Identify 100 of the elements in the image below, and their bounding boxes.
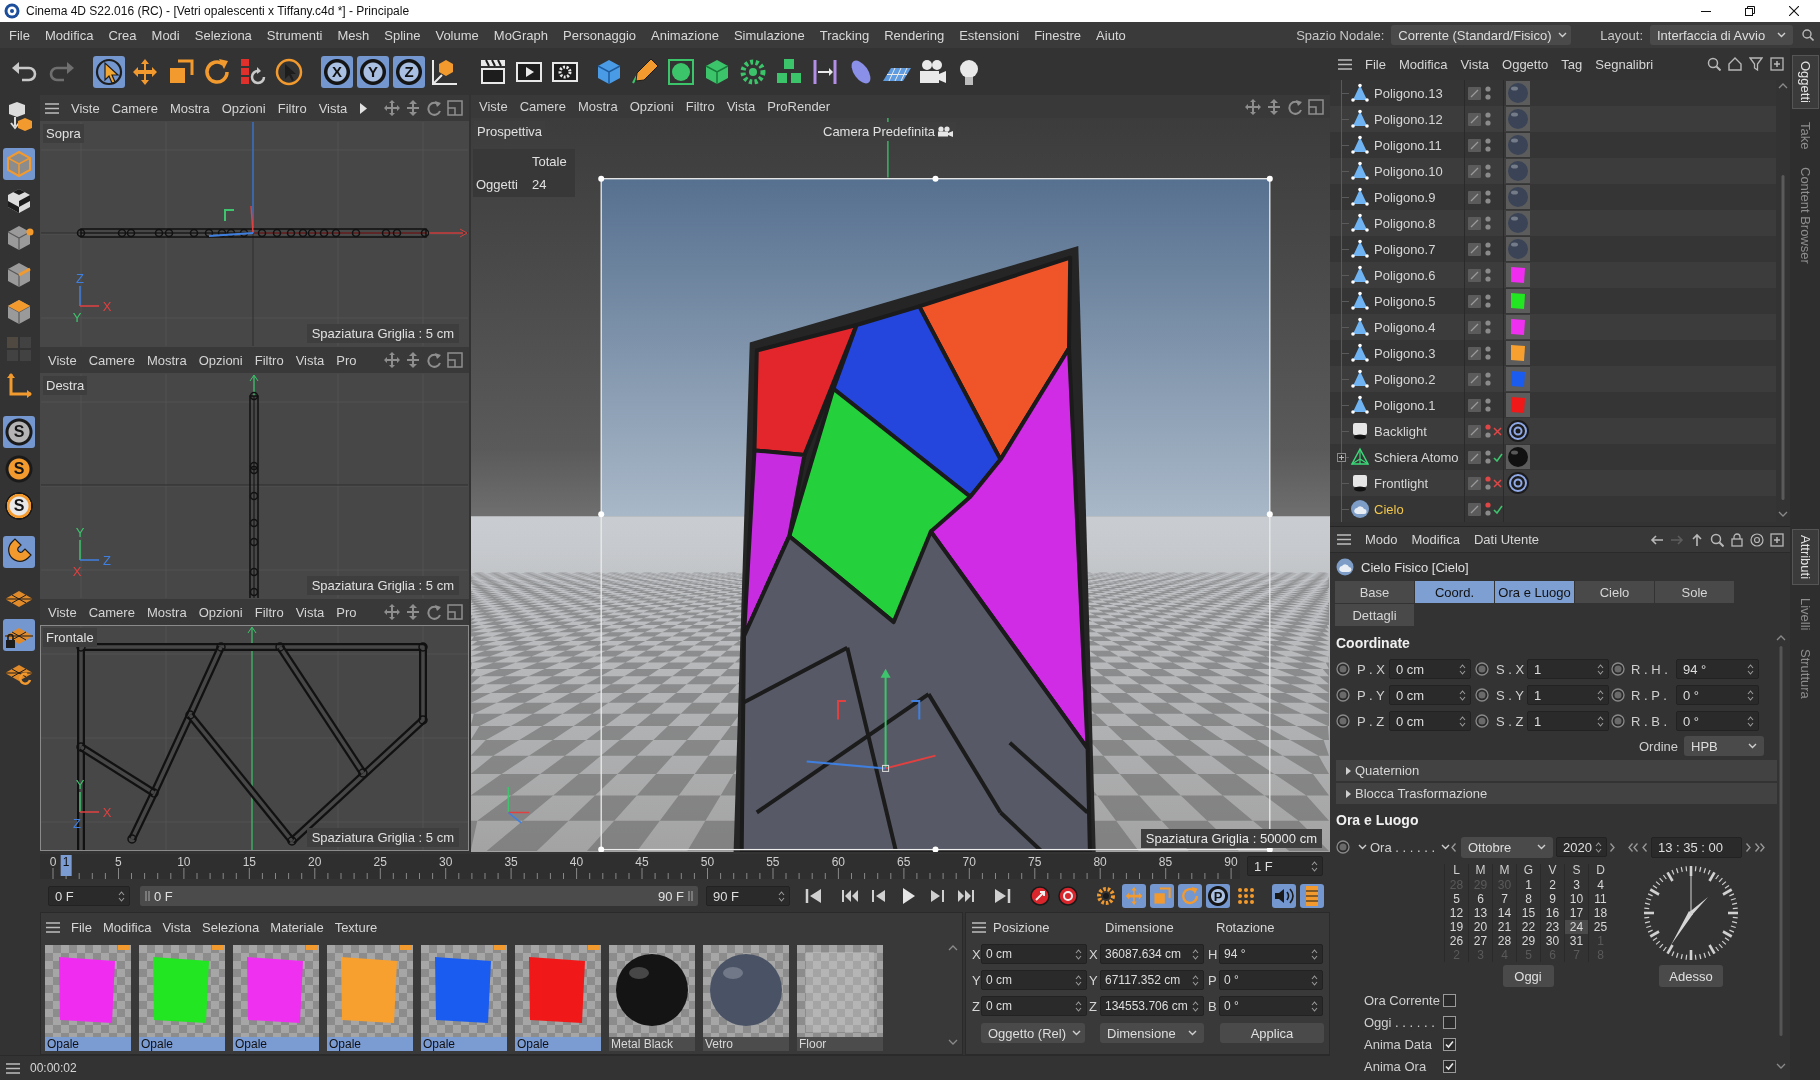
calendar-day[interactable]: 9 [1540, 892, 1564, 906]
visibility-dots-icon[interactable] [1485, 397, 1491, 413]
spinner-icon[interactable] [1311, 999, 1318, 1013]
calendar-day[interactable]: 8 [1516, 892, 1540, 906]
section-header[interactable]: Blocca Trasformazione [1336, 783, 1777, 804]
menu-item[interactable]: Vista [162, 920, 192, 934]
number-field[interactable]: 0 ° [1676, 685, 1759, 705]
object-name[interactable]: Poligono.1 [1374, 398, 1464, 412]
zoom-view-icon[interactable] [405, 604, 421, 620]
magnet-icon[interactable] [3, 536, 35, 568]
calendar-day[interactable]: 10 [1564, 892, 1588, 906]
filter-icon[interactable] [1749, 57, 1763, 71]
timeline-ruler[interactable]: 0 1 5 10 15 20 25 30 35 40 45 50 55 60 65 70 75 80 85 90 [40, 853, 1240, 879]
autokey-icon[interactable] [1056, 884, 1080, 908]
spinner-icon[interactable] [1311, 947, 1318, 961]
scrollbar[interactable] [948, 943, 958, 1047]
speaker-icon[interactable] [1272, 884, 1296, 908]
coordinate-field[interactable]: 67117.352 cm [1100, 970, 1204, 990]
number-field[interactable]: 0 ° [1676, 711, 1759, 731]
tab[interactable]: Ora e Luogo [1495, 581, 1574, 603]
axis-lock-button[interactable]: Z [393, 55, 425, 88]
layer-toggle-icon[interactable] [1468, 476, 1481, 490]
side-tab[interactable]: Struttura [1792, 643, 1818, 704]
menu-item[interactable]: Opzioni [198, 353, 243, 367]
object-name[interactable]: Poligono.9 [1374, 190, 1464, 204]
target-tag-icon[interactable] [1506, 419, 1530, 443]
material-thumbnail[interactable]: Opale [327, 945, 413, 1051]
object-name[interactable]: Poligono.11 [1374, 138, 1464, 152]
calendar-day[interactable]: 7 [1492, 892, 1516, 906]
menu-item[interactable]: Rendering [884, 28, 945, 42]
calendar-day[interactable]: 22 [1516, 920, 1540, 934]
menu-item[interactable]: Camere [519, 100, 566, 113]
calendar-day[interactable]: 30 [1540, 934, 1564, 948]
material-thumbnail[interactable]: Floor [797, 945, 883, 1051]
coordinate-field[interactable]: 36087.634 cm [1100, 944, 1204, 964]
frame-field[interactable]: 1 F [1247, 856, 1323, 876]
spinner-icon[interactable] [1595, 840, 1602, 854]
now-button[interactable]: Adesso [1659, 965, 1723, 987]
restore-icon[interactable] [1745, 6, 1755, 16]
layer-toggle-icon[interactable] [1468, 320, 1481, 334]
close-icon[interactable] [1789, 6, 1799, 16]
target-icon[interactable] [1750, 532, 1764, 547]
maximize-icon[interactable] [447, 100, 463, 116]
orbit-icon[interactable] [426, 604, 442, 620]
object-row[interactable]: Backlight [1330, 418, 1776, 444]
menu-item[interactable]: Aiuto [1096, 28, 1126, 42]
layer-toggle-icon[interactable] [1468, 138, 1481, 152]
coordinate-field[interactable]: 0 cm [981, 970, 1087, 990]
search-icon[interactable] [1710, 532, 1724, 547]
viewport[interactable]: Y Z X Frontale Spaziatura Griglia : 5 cm [40, 625, 469, 851]
object-row[interactable]: Frontlight [1330, 470, 1776, 496]
home-icon[interactable] [1728, 57, 1742, 71]
keyframe-toggle-icon[interactable] [1475, 688, 1489, 702]
menu-item[interactable]: ProRender [767, 100, 831, 113]
calendar-day[interactable]: 21 [1492, 920, 1516, 934]
solo-button[interactable]: S [3, 490, 35, 522]
check-icon[interactable] [1493, 504, 1503, 514]
menu-item[interactable]: Filtro [277, 101, 307, 115]
maximize-icon[interactable] [1308, 98, 1324, 115]
calendar-day[interactable]: 3 [1564, 878, 1588, 892]
layer-toggle-icon[interactable] [1468, 190, 1481, 204]
menu-item[interactable]: Opzioni [629, 100, 674, 113]
menu-item[interactable]: Tag [1561, 57, 1583, 71]
material-tag-icon[interactable] [1506, 159, 1530, 183]
spinner-icon[interactable] [1597, 688, 1604, 702]
spinner-icon[interactable] [1597, 662, 1604, 676]
coordinate-field[interactable]: 134553.706 cm [1100, 996, 1204, 1016]
visibility-dots-icon[interactable] [1485, 241, 1491, 257]
keyframe-toggle-icon[interactable] [1336, 840, 1350, 854]
search-icon[interactable] [1802, 29, 1814, 41]
calendar-day[interactable]: 1 [1516, 878, 1540, 892]
spinner-icon[interactable] [1459, 662, 1466, 676]
menu-item[interactable]: Pro [336, 353, 357, 367]
calendar-day[interactable]: 14 [1492, 906, 1516, 920]
today-button[interactable]: Oggi [1502, 965, 1554, 987]
visibility-dots-icon[interactable] [1485, 85, 1491, 101]
lock-icon[interactable] [1730, 532, 1744, 547]
side-tab[interactable]: Livelli [1792, 593, 1818, 636]
layer-toggle-icon[interactable] [1468, 294, 1481, 308]
orbit-icon[interactable] [426, 352, 442, 368]
visibility-dots-icon[interactable] [1485, 319, 1491, 335]
menu-item[interactable]: Opzioni [221, 101, 266, 115]
number-field[interactable]: 0 cm [1389, 685, 1471, 705]
frame-field[interactable]: 0 F [48, 886, 130, 906]
viewport[interactable]: Prospettiva Totale Oggetti 24 Camera Predefinita Spaziatura Griglia : 50000 cm [471, 118, 1330, 852]
menu-item[interactable]: Dati Utente [1473, 533, 1539, 546]
checkbox[interactable] [1443, 993, 1456, 1007]
orbit-icon[interactable] [426, 100, 442, 116]
calendar-day[interactable]: 6 [1468, 892, 1492, 906]
expand-arrow-icon[interactable] [1345, 789, 1351, 798]
new-panel-icon[interactable] [1770, 57, 1784, 71]
object-name[interactable]: Poligono.5 [1374, 294, 1464, 308]
chevron-right-icon[interactable] [1610, 842, 1615, 852]
spinner-icon[interactable] [1459, 714, 1466, 728]
more-arrow-icon[interactable] [360, 102, 368, 114]
object-name[interactable]: Poligono.4 [1374, 320, 1464, 334]
grid-lock-icon[interactable] [3, 619, 35, 651]
axis-lock-button[interactable]: Y [357, 55, 389, 88]
side-tab[interactable]: Attributi [1791, 529, 1819, 586]
grip-icon[interactable] [688, 891, 693, 901]
